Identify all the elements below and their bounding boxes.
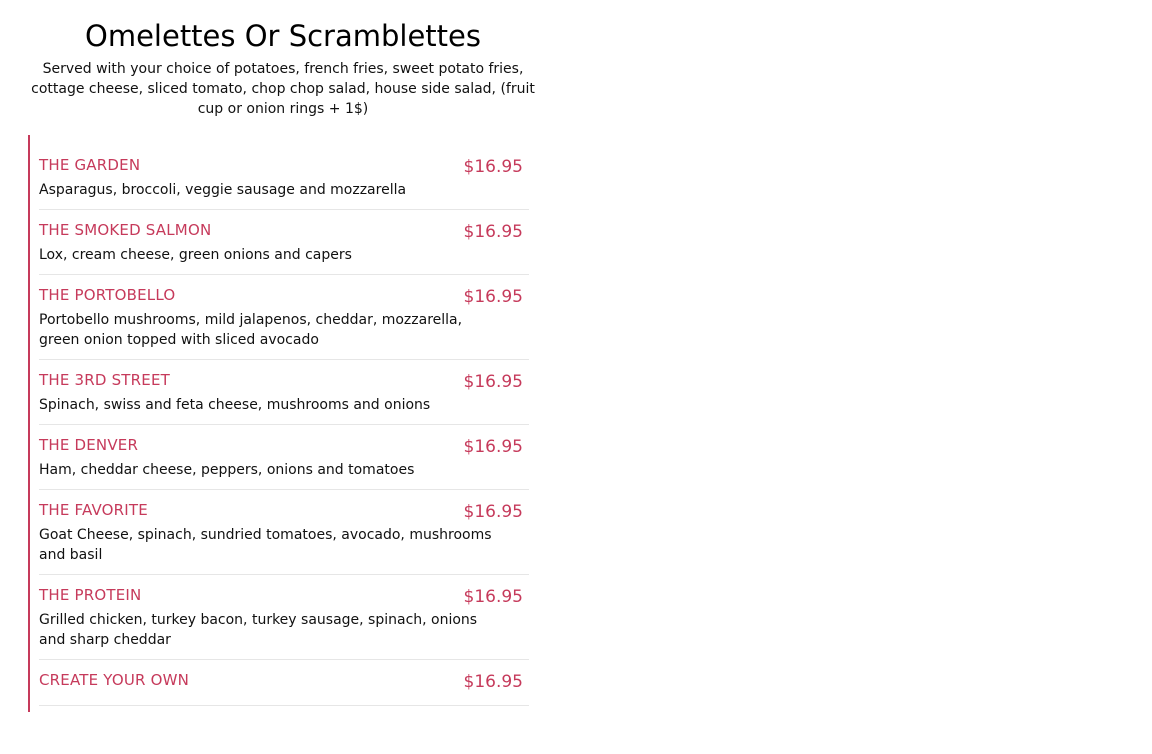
menu-item: THE SMOKED SALMON $16.95 Lox, cream chee…: [39, 220, 529, 275]
menu-item-price: $16.95: [463, 372, 523, 392]
menu-item-name: THE 3RD STREET: [39, 371, 170, 389]
menu-item-name: THE DENVER: [39, 436, 139, 454]
menu-item-price: $16.95: [463, 437, 523, 457]
menu-item-description: Goat Cheese, spinach, sundried tomatoes,…: [39, 527, 492, 563]
menu-item: THE 3RD STREET $16.95 Spinach, swiss and…: [39, 370, 529, 425]
menu-item: THE DENVER $16.95 Ham, cheddar cheese, p…: [39, 435, 529, 490]
menu-item-description: Grilled chicken, turkey bacon, turkey sa…: [39, 612, 478, 648]
menu-item-price: $16.95: [463, 157, 523, 177]
menu-item-name: THE GARDEN: [39, 156, 141, 174]
menu-item: THE PROTEIN $16.95 Grilled chicken, turk…: [39, 585, 529, 660]
menu-item-price: $16.95: [463, 502, 523, 522]
menu-item-description: Lox, cream cheese, green onions and cape…: [39, 247, 352, 263]
menu-item-name: CREATE YOUR OWN: [39, 671, 190, 689]
menu-item-name: THE SMOKED SALMON: [39, 221, 212, 239]
menu-item-description: Portobello mushrooms, mild jalapenos, ch…: [39, 312, 463, 348]
menu-item: CREATE YOUR OWN $16.95: [39, 670, 529, 706]
menu-item-price: $16.95: [463, 587, 523, 607]
menu-item: THE GARDEN $16.95 Asparagus, broccoli, v…: [39, 155, 529, 210]
menu-section: Omelettes Or Scramblettes Served with yo…: [28, 18, 538, 712]
menu-item-price: $16.95: [463, 287, 523, 307]
menu-item-price: $16.95: [463, 222, 523, 242]
menu-item-description: Ham, cheddar cheese, peppers, onions and…: [39, 462, 415, 478]
menu-item-price: $16.95: [463, 672, 523, 692]
menu-item: THE PORTOBELLO $16.95 Portobello mushroo…: [39, 285, 529, 360]
menu-item: THE FAVORITE $16.95 Goat Cheese, spinach…: [39, 500, 529, 575]
section-subtitle: Served with your choice of potatoes, fre…: [31, 61, 535, 117]
menu-item-list: THE GARDEN $16.95 Asparagus, broccoli, v…: [28, 135, 529, 712]
menu-item-description: Spinach, swiss and feta cheese, mushroom…: [39, 397, 431, 413]
menu-item-description: Asparagus, broccoli, veggie sausage and …: [39, 182, 407, 198]
menu-item-name: THE PORTOBELLO: [39, 286, 176, 304]
menu-item-name: THE FAVORITE: [39, 501, 148, 519]
section-title: Omelettes Or Scramblettes: [85, 19, 481, 53]
menu-item-name: THE PROTEIN: [39, 586, 142, 604]
